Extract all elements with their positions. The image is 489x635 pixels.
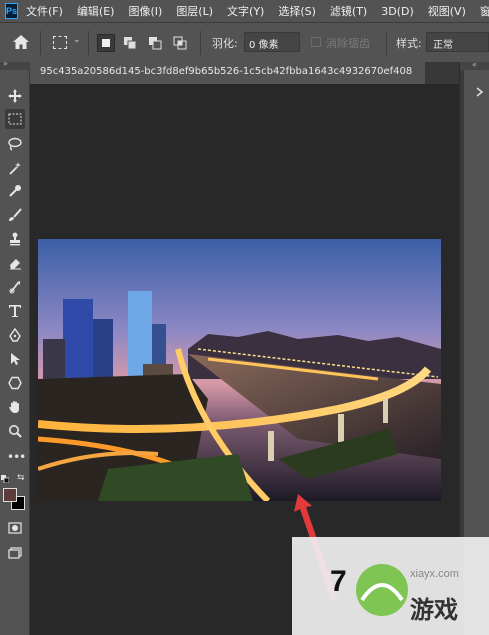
menu-type[interactable]: 文字(Y) xyxy=(227,3,264,19)
watermark-brand: 游戏 xyxy=(410,596,458,624)
panel-collapse[interactable]: « xyxy=(460,60,489,70)
eraser-icon xyxy=(10,259,21,270)
divider xyxy=(88,31,89,55)
divider xyxy=(200,31,201,55)
path-selection-tool[interactable] xyxy=(5,349,25,369)
subtract-selection-icon xyxy=(149,37,162,50)
screen-mode-icon xyxy=(8,547,22,559)
foreground-color-swatch[interactable] xyxy=(3,488,17,502)
watermark-logo-icon xyxy=(356,564,408,616)
move-tool[interactable] xyxy=(5,86,25,106)
city-night-photo xyxy=(38,239,441,501)
rect-marquee-icon xyxy=(8,113,22,125)
rect-marquee-icon[interactable] xyxy=(53,36,67,49)
collapse-icon: « xyxy=(472,60,477,69)
default-colors-icon[interactable] xyxy=(1,475,9,483)
pen-tool[interactable] xyxy=(5,325,25,345)
stamp-icon xyxy=(10,232,20,246)
new-selection-icon xyxy=(102,39,110,47)
watermark-number: 7 xyxy=(330,565,347,598)
menu-edit[interactable]: 编辑(E) xyxy=(77,3,115,19)
lasso-tool[interactable] xyxy=(5,134,25,154)
home-icon[interactable] xyxy=(12,34,30,50)
divider xyxy=(386,31,387,55)
swap-colors-icon[interactable]: ⇆ xyxy=(17,473,25,483)
menu-select[interactable]: 选择(S) xyxy=(278,3,316,19)
quick-mask-icon xyxy=(8,522,22,534)
menu-view[interactable]: 视图(V) xyxy=(428,3,466,19)
screen-mode-button[interactable] xyxy=(5,543,25,563)
brush-tool[interactable] xyxy=(5,205,25,225)
menu-filter[interactable]: 滤镜(T) xyxy=(330,3,367,19)
eyedropper-icon xyxy=(9,185,21,197)
clone-stamp-tool[interactable] xyxy=(5,229,25,249)
feather-input[interactable]: 0 像素 xyxy=(244,32,300,52)
new-selection-button[interactable] xyxy=(97,34,115,52)
toolbar-collapse[interactable]: » xyxy=(0,59,30,70)
watermark-site: xiayx.com xyxy=(410,568,459,580)
hand-icon xyxy=(9,401,19,413)
intersect-selection-button[interactable] xyxy=(171,34,189,52)
hexagon-icon xyxy=(8,376,22,390)
shape-tool[interactable] xyxy=(5,373,25,393)
menu-layer[interactable]: 图层(L) xyxy=(176,3,213,19)
type-tool[interactable] xyxy=(5,301,25,321)
panel-toggle-icon[interactable] xyxy=(474,86,486,98)
antialias-label: 消除锯齿 xyxy=(326,37,370,50)
arrow-cursor-icon xyxy=(11,353,20,365)
eyedropper-tool[interactable] xyxy=(5,181,25,201)
move-icon xyxy=(8,89,22,103)
tools-panel: » ••• ⇆ xyxy=(0,59,30,635)
options-bar: ⌄ 羽化: 0 像素 消除锯齿 样式: 正常 xyxy=(0,22,489,63)
style-select[interactable]: 正常 xyxy=(426,32,489,52)
brush-icon xyxy=(9,208,22,221)
add-selection-icon xyxy=(124,37,137,50)
menu-window[interactable]: 窗 xyxy=(480,3,489,19)
subtract-selection-button[interactable] xyxy=(146,34,164,52)
feather-label: 羽化: xyxy=(212,37,238,50)
magic-wand-tool[interactable] xyxy=(5,158,25,178)
photoshop-logo[interactable]: Ps xyxy=(5,3,19,19)
magic-wand-icon xyxy=(9,162,21,175)
intersect-selection-icon xyxy=(173,36,187,50)
hand-tool[interactable] xyxy=(5,397,25,417)
chevron-down-icon[interactable]: ⌄ xyxy=(73,35,81,45)
lasso-icon xyxy=(8,137,22,151)
rect-marquee-tool[interactable] xyxy=(5,109,25,129)
antialias-checkbox[interactable] xyxy=(311,37,321,47)
zoom-icon xyxy=(9,425,22,438)
document-tab-bar: 95c435a20586d145-bc3fd8ef9b65b526-1c5cb4… xyxy=(30,62,459,84)
type-icon xyxy=(9,305,21,317)
pen-icon xyxy=(9,328,21,342)
menu-image[interactable]: 图像(I) xyxy=(128,3,162,19)
menu-bar: Ps 文件(F) 编辑(E) 图像(I) 图层(L) 文字(Y) 选择(S) 滤… xyxy=(0,0,489,22)
menu-3d[interactable]: 3D(D) xyxy=(381,5,414,18)
document-tab[interactable]: 95c435a20586d145-bc3fd8ef9b65b526-1c5cb4… xyxy=(30,62,425,84)
quick-mask-button[interactable] xyxy=(5,518,25,538)
eraser-tool[interactable] xyxy=(5,253,25,273)
collapse-icon: » xyxy=(3,59,8,68)
style-label: 样式: xyxy=(396,37,422,50)
zoom-tool[interactable] xyxy=(5,421,25,441)
divider xyxy=(40,31,41,55)
menu-file[interactable]: 文件(F) xyxy=(26,3,63,19)
more-tools-icon[interactable]: ••• xyxy=(7,450,26,464)
history-brush-tool[interactable] xyxy=(5,277,25,297)
add-selection-button[interactable] xyxy=(121,34,139,52)
gradient-icon xyxy=(9,281,20,294)
